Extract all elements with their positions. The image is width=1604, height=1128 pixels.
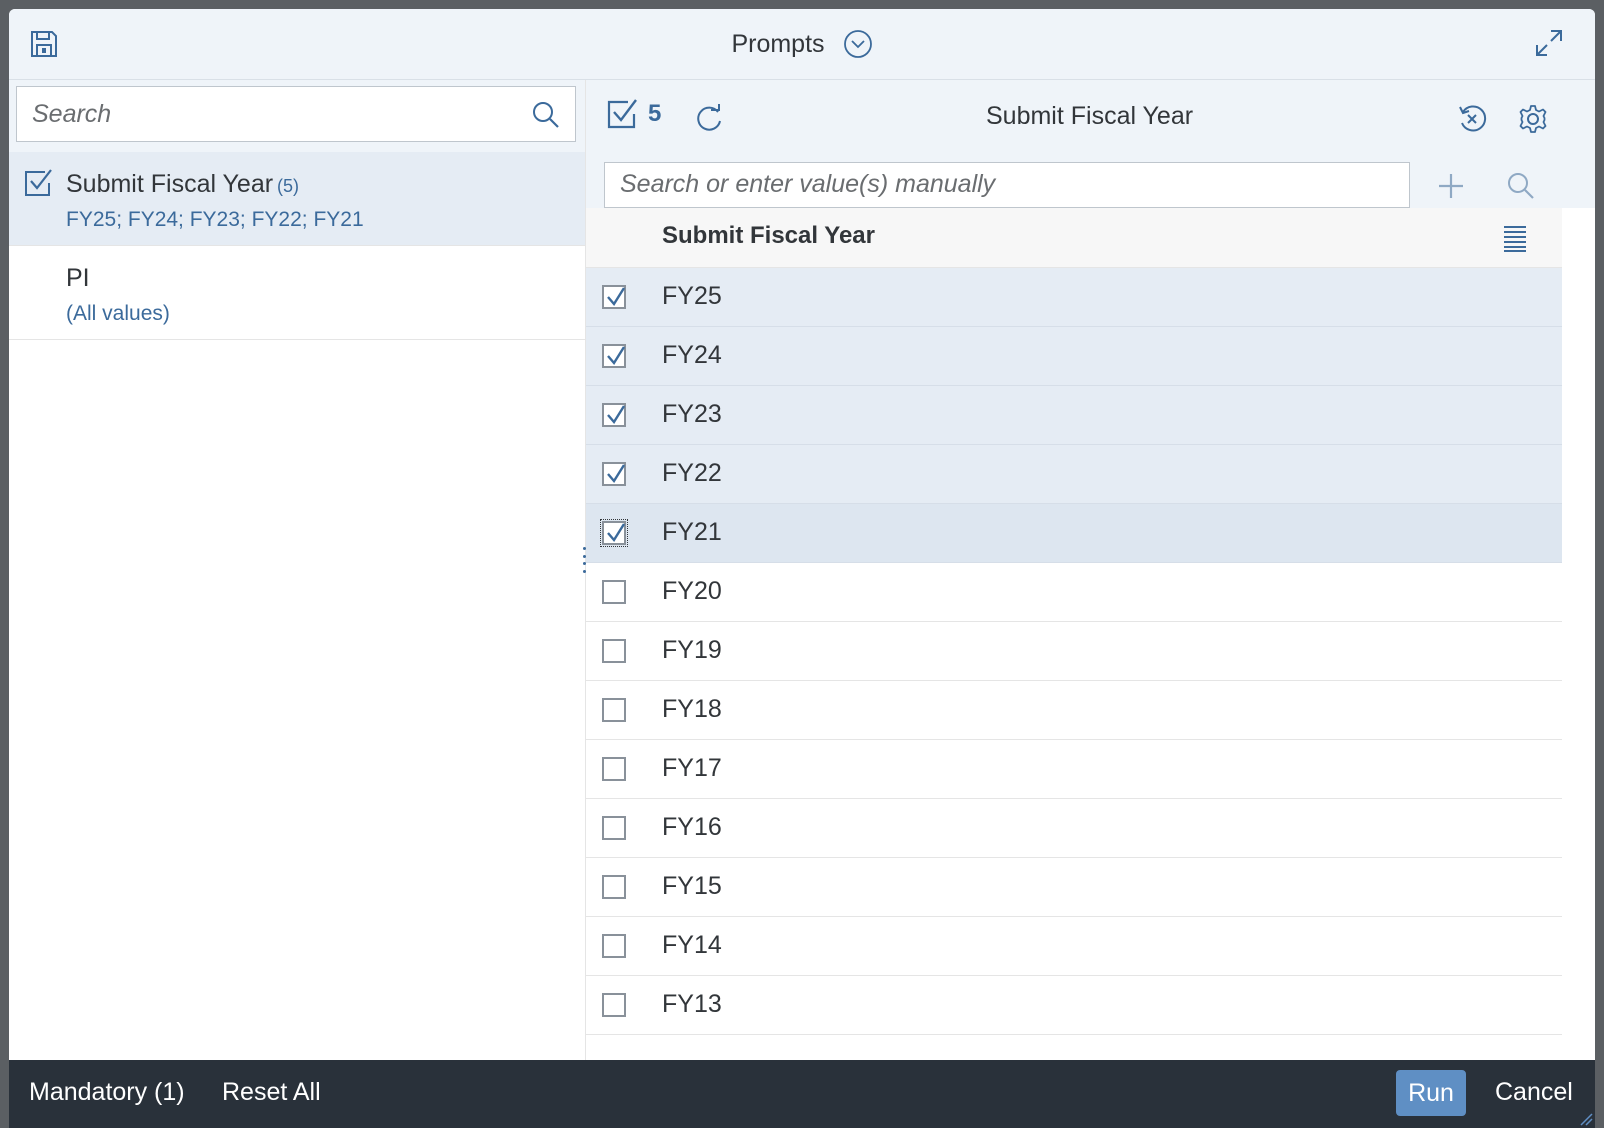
prompt-name: Submit Fiscal Year — [66, 170, 274, 198]
selected-count: 5 — [648, 100, 662, 127]
reset-all-button[interactable]: Reset All — [222, 1078, 321, 1107]
chevron-down-circle-icon — [843, 30, 872, 58]
add-value-button[interactable] — [1436, 171, 1466, 201]
checkbox[interactable] — [602, 816, 626, 840]
cancel-button[interactable]: Cancel — [1495, 1078, 1573, 1107]
checkmark-icon — [607, 346, 626, 366]
settings-button[interactable] — [1518, 104, 1548, 134]
value-list: FY25 FY24 FY23 FY22 FY21 FY20 FY19 FY18 FY17 FY16… — [586, 268, 1562, 1035]
value-label: FY21 — [662, 518, 722, 546]
value-search-input[interactable]: Search or enter value(s) manually — [604, 162, 1410, 208]
checkbox[interactable] — [602, 698, 626, 722]
list-icon — [1504, 226, 1526, 252]
column-header-label: Submit Fiscal Year — [662, 222, 875, 249]
mandatory-button[interactable]: Mandatory (1) — [29, 1078, 185, 1107]
value-search-button[interactable] — [1506, 171, 1536, 201]
value-row[interactable]: FY24 — [586, 327, 1562, 386]
value-row[interactable]: FY22 — [586, 445, 1562, 504]
prompt-search-placeholder: Search — [32, 100, 112, 128]
value-toolbar: 5 Submit Fiscal Year Search or enter val… — [586, 80, 1595, 208]
prompt-search-input[interactable]: Search — [16, 86, 576, 142]
value-label: FY15 — [662, 872, 722, 900]
value-label: FY22 — [662, 459, 722, 487]
value-label: FY18 — [662, 695, 722, 723]
prompt-item-pi[interactable]: PI (All values) — [9, 246, 585, 340]
checkbox-checked[interactable] — [602, 344, 626, 368]
checkmark-icon — [607, 405, 626, 425]
checkmark-icon — [607, 523, 626, 543]
value-row[interactable]: FY14 — [586, 917, 1562, 976]
checkbox[interactable] — [602, 580, 626, 604]
checkbox[interactable] — [602, 639, 626, 663]
value-label: FY14 — [662, 931, 722, 959]
value-label: FY23 — [662, 400, 722, 428]
value-selection-pane: 5 Submit Fiscal Year Search or enter val… — [586, 80, 1595, 1060]
value-row[interactable]: FY13 — [586, 976, 1562, 1035]
clear-selection-icon — [1459, 105, 1487, 132]
checkmark-icon — [607, 287, 626, 307]
prompt-values: FY25; FY24; FY23; FY22; FY21 — [66, 208, 364, 231]
checkmark-icon — [607, 464, 626, 484]
prompt-title: Submit Fiscal Year — [986, 102, 1194, 130]
value-label: FY24 — [662, 341, 722, 369]
selected-values-toggle[interactable]: 5 — [606, 98, 661, 130]
checkbox[interactable] — [602, 875, 626, 899]
value-row[interactable]: FY18 — [586, 681, 1562, 740]
expand-button[interactable] — [1533, 27, 1565, 59]
value-label: FY17 — [662, 754, 722, 782]
refresh-icon — [697, 104, 721, 131]
value-row[interactable]: FY23 — [586, 386, 1562, 445]
title-menu-button[interactable] — [843, 29, 873, 59]
checkbox-checked[interactable] — [602, 285, 626, 309]
resize-grip-icon[interactable] — [1579, 1112, 1593, 1126]
checkbox[interactable] — [602, 993, 626, 1017]
value-row[interactable]: FY25 — [586, 268, 1562, 327]
value-label: FY20 — [662, 577, 722, 605]
checkbox-checked-icon — [23, 168, 53, 198]
value-row[interactable]: FY21 — [586, 504, 1562, 563]
value-row[interactable]: FY16 — [586, 799, 1562, 858]
checkbox-checked[interactable] — [602, 462, 626, 486]
dialog-footer: Mandatory (1) Reset All Run Cancel — [9, 1060, 1595, 1128]
checkbox-checked[interactable] — [600, 519, 628, 547]
value-label: FY13 — [662, 990, 722, 1018]
clear-selection-button[interactable] — [1457, 104, 1487, 134]
search-icon — [1508, 173, 1534, 199]
prompt-item-submit-fiscal-year[interactable]: Submit Fiscal Year (5) FY25; FY24; FY23; … — [9, 152, 585, 246]
refresh-button[interactable] — [694, 104, 724, 134]
value-row[interactable]: FY20 — [586, 563, 1562, 622]
checkbox-checked[interactable] — [602, 403, 626, 427]
prompt-values: (All values) — [66, 302, 170, 325]
add-icon — [1439, 174, 1463, 198]
column-menu-button[interactable] — [1502, 224, 1528, 252]
gear-icon — [1519, 105, 1547, 133]
prompt-name: PI — [66, 264, 90, 292]
search-icon[interactable] — [531, 100, 561, 130]
scrollbar[interactable] — [1562, 208, 1595, 1060]
expand-icon — [1536, 30, 1562, 56]
value-row[interactable]: FY19 — [586, 622, 1562, 681]
prompts-dialog: Prompts Search Submit Fiscal Year (5) FY… — [9, 9, 1595, 1128]
checkbox[interactable] — [602, 757, 626, 781]
prompt-count: (5) — [277, 176, 300, 196]
column-header: Submit Fiscal Year — [586, 208, 1562, 268]
value-label: FY16 — [662, 813, 722, 841]
checkbox[interactable] — [602, 934, 626, 958]
value-row[interactable]: FY17 — [586, 740, 1562, 799]
value-search-placeholder: Search or enter value(s) manually — [620, 170, 996, 198]
value-label: FY19 — [662, 636, 722, 664]
run-button[interactable]: Run — [1396, 1070, 1466, 1116]
value-label: FY25 — [662, 282, 722, 310]
value-row[interactable]: FY15 — [586, 858, 1562, 917]
checkbox-checked-icon — [606, 98, 638, 130]
dialog-title: Prompts — [731, 29, 825, 58]
prompt-list-pane: Search Submit Fiscal Year (5) FY25; FY24… — [9, 80, 586, 1060]
dialog-header: Prompts — [9, 9, 1595, 80]
